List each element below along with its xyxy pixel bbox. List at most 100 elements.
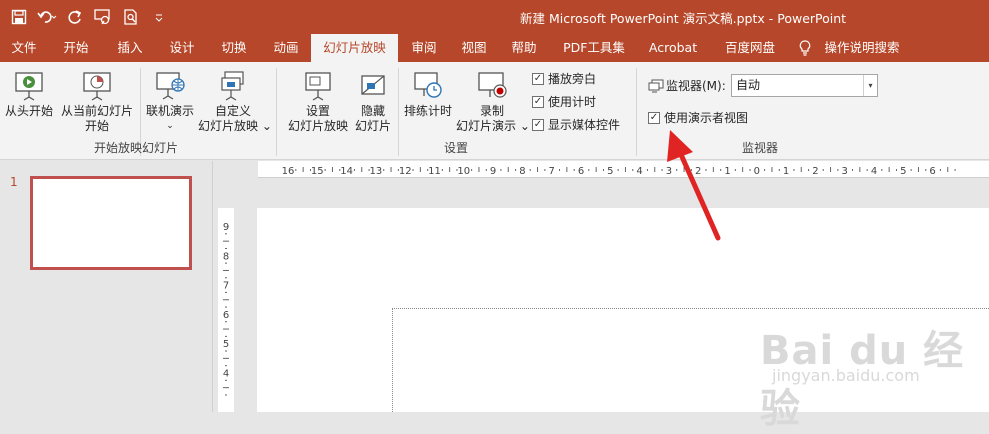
ruler-tick (223, 328, 229, 330)
play-narrations-checkbox[interactable]: ✓ 播放旁白 (532, 70, 596, 87)
show-media-controls-check[interactable]: ✓ (532, 118, 544, 131)
ruler-tick (507, 167, 509, 172)
ruler-tick (705, 169, 707, 171)
ruler-label: 9 (490, 166, 496, 177)
ruler-tick (954, 169, 956, 171)
group-label-set-up: 设置 (444, 141, 469, 155)
tab-animations[interactable]: 动画 (268, 34, 304, 62)
from-current-slide-button[interactable]: 从当前幻灯片 开始 (60, 70, 134, 134)
ruler-label: 15 (311, 166, 324, 177)
use-timings-check[interactable]: ✓ (532, 95, 544, 108)
ruler-label: 16 (282, 166, 295, 177)
ruler-label: 4 (871, 166, 877, 177)
tab-pdf-tools[interactable]: PDF工具集 (558, 34, 630, 62)
tab-review[interactable]: 审阅 (406, 34, 442, 62)
tab-acrobat[interactable]: Acrobat (642, 34, 704, 62)
tab-help[interactable]: 帮助 (506, 34, 542, 62)
monitor-select[interactable]: 自动 ▾ (731, 74, 878, 97)
ruler-tick (573, 169, 575, 171)
presenter-icon[interactable] (92, 6, 114, 28)
hide-slide-button[interactable]: 隐藏 幻灯片 (352, 70, 394, 134)
ruler-tick (925, 169, 927, 171)
tab-view[interactable]: 视图 (456, 34, 492, 62)
ruler-tick (225, 291, 227, 293)
ruler-tick (617, 169, 619, 171)
ruler-tick (223, 299, 229, 301)
ruler-label: 7 (549, 166, 555, 177)
ruler-tick (225, 277, 227, 279)
ruler-tick (778, 169, 780, 171)
ruler-tick (939, 169, 941, 171)
hide-slide-label-line1: 隐藏 (360, 104, 385, 118)
from-beginning-button[interactable]: 从头开始 (4, 70, 54, 119)
ruler-tick (223, 269, 229, 271)
ruler-tick (225, 306, 227, 308)
ruler-tick (888, 167, 890, 172)
chevron-down-icon[interactable]: ▾ (863, 75, 877, 96)
tab-baidu-netdisk[interactable]: 百度网盘 (716, 34, 784, 62)
undo-icon[interactable] (36, 6, 58, 28)
tab-design[interactable]: 设计 (164, 34, 200, 62)
ruler-tick (852, 169, 854, 171)
from-current-label-line2: 开始 (84, 119, 109, 133)
ruler-tick (830, 167, 832, 172)
custom-slide-show-button[interactable]: 自定义 幻灯片放映 ⌄ (198, 70, 272, 134)
ruler-tick (910, 169, 912, 171)
from-current-slide-icon (83, 72, 111, 101)
monitor-label: 监视器(M): (666, 79, 726, 93)
ruler-tick (544, 169, 546, 171)
use-timings-checkbox[interactable]: ✓ 使用计时 (532, 93, 596, 110)
ruler-tick (793, 169, 795, 171)
ruler-tick (361, 167, 363, 172)
save-icon[interactable] (8, 6, 30, 28)
ruler-tick (412, 169, 414, 171)
ruler-tick (734, 169, 736, 171)
customize-icon[interactable] (148, 6, 170, 28)
ruler-tick (595, 167, 597, 172)
show-media-controls-checkbox[interactable]: ✓ 显示媒体控件 (532, 116, 620, 133)
ruler-tick (742, 167, 744, 172)
ruler-tick (917, 167, 919, 172)
title-bar: 新建 Microsoft PowerPoint 演示文稿.pptx - Powe… (0, 0, 989, 34)
from-current-label-line1: 从当前幻灯片 (60, 104, 133, 118)
ruler-label: 6 (929, 166, 935, 177)
horizontal-ruler-ticks: 16 15 14 13 12 11 10 9 8 7 6 5 4 3 2 1 0 1 2 3 4 5 6 (282, 166, 956, 177)
tab-slide-show[interactable]: 幻灯片放映 (311, 34, 398, 62)
ruler-tick (383, 169, 385, 171)
ruler-tick (822, 169, 824, 171)
ruler-label: 2 (812, 166, 818, 177)
ruler-tick (808, 169, 810, 171)
set-up-slide-show-button[interactable]: 设置 幻灯片放映 (287, 70, 349, 134)
tab-file[interactable]: 文件 (6, 34, 42, 62)
redo-icon[interactable] (64, 6, 86, 28)
set-up-label-line1: 设置 (305, 104, 330, 118)
record-slide-show-button[interactable]: 录制 幻灯片演示 ⌄ (456, 70, 530, 134)
ruler-label: 4 (223, 369, 229, 380)
present-online-button[interactable]: 联机演示 ⌄ (144, 70, 196, 134)
tab-home[interactable]: 开始 (58, 34, 94, 62)
ruler-tick (866, 169, 868, 171)
ruler-tick (331, 167, 333, 172)
ruler-tick (859, 167, 861, 172)
ruler-tick (537, 167, 539, 172)
slide-thumbnail[interactable] (30, 176, 192, 270)
rehearse-timings-button[interactable]: 排练计时 (401, 70, 455, 119)
use-presenter-view-check[interactable]: ✓ (648, 111, 660, 124)
tab-transitions[interactable]: 切换 (216, 34, 252, 62)
ruler-tick (324, 169, 326, 171)
print-preview-icon[interactable] (120, 6, 142, 28)
play-narrations-check[interactable]: ✓ (532, 72, 544, 85)
set-up-label-line2: 幻灯片放映 (287, 119, 348, 133)
use-presenter-view-checkbox[interactable]: ✓ 使用演示者视图 (648, 109, 748, 126)
ruler-tick (529, 169, 531, 171)
tell-me-search[interactable]: 操作说明搜索 (822, 34, 902, 62)
vertical-ruler: 9 8 7 6 5 4 (218, 208, 234, 412)
group-divider (398, 68, 399, 156)
ruler-tick (749, 169, 751, 171)
ruler-tick (295, 169, 297, 171)
tab-insert[interactable]: 插入 (112, 34, 148, 62)
watermark-url: jingyan.baidu.com (772, 366, 920, 385)
ruler-tick (566, 167, 568, 172)
ruler-tick (895, 169, 897, 171)
custom-show-label-line1: 自定义 (214, 104, 251, 118)
